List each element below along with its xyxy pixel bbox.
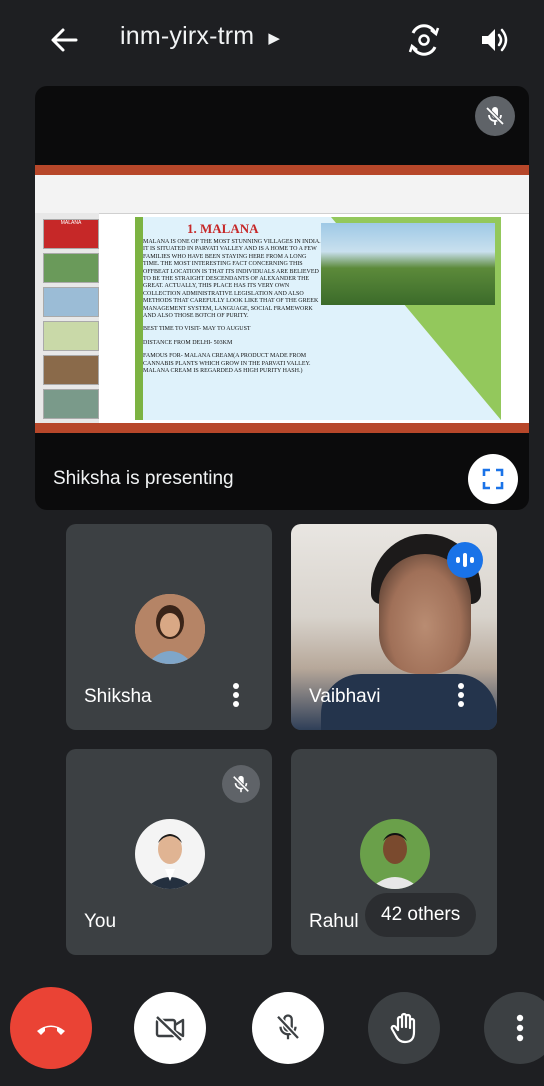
slide-thumbnail: MALANA xyxy=(43,219,99,249)
slide-photo xyxy=(321,223,495,305)
ppt-ribbon xyxy=(35,165,529,214)
participant-name: Rahul xyxy=(309,911,359,932)
slide-body: Malana is one of the most stunning villa… xyxy=(143,239,323,382)
slide-thumbnail xyxy=(43,389,99,419)
raise-hand-button[interactable] xyxy=(368,992,440,1064)
slide-thumbnail xyxy=(43,287,99,317)
participant-name: Vaibhavi xyxy=(309,686,381,707)
camera-off-icon xyxy=(155,1015,185,1042)
switch-camera-button[interactable] xyxy=(402,18,446,62)
slide-thumbnail xyxy=(43,321,99,351)
slide-decoration xyxy=(135,217,143,420)
others-count-chip[interactable]: 42 others xyxy=(365,893,477,937)
more-vertical-icon xyxy=(516,1014,524,1042)
avatar xyxy=(135,594,205,664)
speaker-icon xyxy=(482,28,508,52)
current-slide: 1. MALANA Malana is one of the most stun… xyxy=(135,217,501,420)
speaker-button[interactable] xyxy=(472,18,516,62)
call-controls xyxy=(0,984,544,1086)
avatar-image xyxy=(135,594,205,664)
presenting-label: Shiksha is presenting xyxy=(53,468,234,489)
slide-paragraph: Famous for- Malana Cream(A product made … xyxy=(143,353,311,375)
end-call-icon xyxy=(37,1025,65,1035)
avatar-image xyxy=(135,819,205,889)
slide-thumbnails: MALANA xyxy=(35,213,99,423)
participant-more-button[interactable] xyxy=(451,682,471,708)
speaking-indicator-icon xyxy=(447,542,483,578)
thumbnail-label: MALANA xyxy=(60,220,82,226)
ppt-title-bar xyxy=(35,165,529,175)
triangle-right-icon: ▶ xyxy=(268,29,281,47)
top-bar: inm-yirx-trm ▶ xyxy=(0,0,544,78)
slide-title: 1. MALANA xyxy=(187,221,259,236)
meeting-code-button[interactable]: inm-yirx-trm ▶ xyxy=(120,22,280,51)
participant-tile[interactable]: Shiksha xyxy=(66,524,272,730)
mic-off-icon xyxy=(276,1014,300,1040)
end-call-button[interactable] xyxy=(10,987,92,1069)
participant-tile[interactable]: Vaibhavi xyxy=(291,524,497,730)
mic-off-icon xyxy=(485,106,505,126)
mic-off-icon xyxy=(232,775,250,793)
presenter-muted-badge xyxy=(475,96,515,136)
switch-camera-icon xyxy=(408,24,440,56)
fullscreen-icon xyxy=(482,468,504,490)
arrow-left-icon xyxy=(51,28,78,52)
slide-thumbnail xyxy=(43,355,99,385)
slide-paragraph: Distance from Delhi- 503km xyxy=(143,339,233,346)
more-vertical-icon xyxy=(233,683,239,707)
participant-tile[interactable]: You xyxy=(66,749,272,955)
raise-hand-icon xyxy=(390,1012,416,1044)
participant-more-button[interactable] xyxy=(226,682,246,708)
avatar xyxy=(135,819,205,889)
avatar xyxy=(360,819,430,889)
camera-toggle-button[interactable] xyxy=(134,992,206,1064)
presentation-tile[interactable]: MALANA 1. MALANA Malana is one of the mo… xyxy=(35,86,529,510)
back-button[interactable] xyxy=(44,20,84,60)
shared-screen: MALANA 1. MALANA Malana is one of the mo… xyxy=(35,165,529,433)
slide-thumbnail xyxy=(43,253,99,283)
slide-paragraph: Malana is one of the most stunning villa… xyxy=(143,239,321,320)
slide-paragraph: Best time to visit- May to August xyxy=(143,326,251,333)
participant-name: Shiksha xyxy=(84,686,152,707)
participant-tile[interactable]: Rahul 42 others xyxy=(291,749,497,955)
fullscreen-button[interactable] xyxy=(468,454,518,504)
more-vertical-icon xyxy=(458,683,464,707)
more-options-button[interactable] xyxy=(484,992,544,1064)
muted-badge xyxy=(222,765,260,803)
mic-toggle-button[interactable] xyxy=(252,992,324,1064)
avatar-image xyxy=(360,819,430,889)
meeting-code: inm-yirx-trm xyxy=(120,22,255,50)
ppt-status-bar xyxy=(35,423,529,433)
participant-name: You xyxy=(84,911,117,932)
